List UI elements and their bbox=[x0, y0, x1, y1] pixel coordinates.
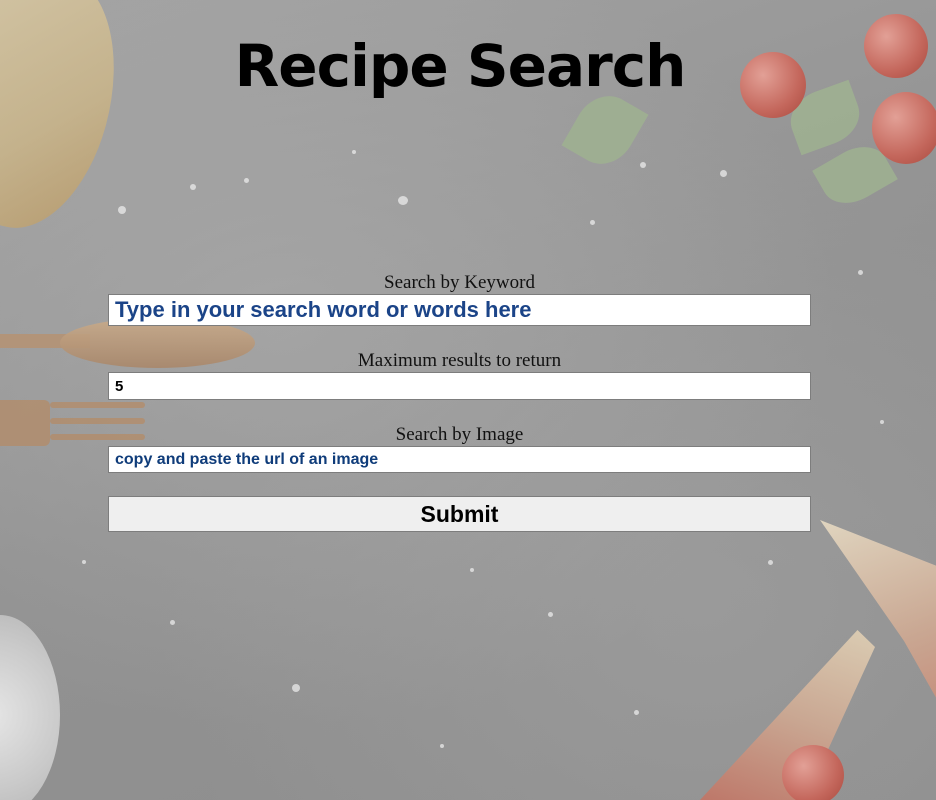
flour-speck bbox=[768, 560, 773, 565]
image-url-input[interactable] bbox=[108, 446, 811, 473]
keyword-search-input[interactable] bbox=[108, 294, 811, 326]
max-results-label: Maximum results to return bbox=[357, 350, 562, 371]
image-search-label: Search by Image bbox=[395, 424, 524, 445]
flour-speck bbox=[858, 270, 863, 275]
tomato-decoration bbox=[872, 92, 936, 164]
flour-speck bbox=[352, 150, 356, 154]
flour-speck bbox=[640, 162, 646, 168]
flour-speck bbox=[548, 612, 553, 617]
flour-speck bbox=[590, 220, 595, 225]
page-title: Recipe Search bbox=[234, 32, 687, 100]
wooden-fork-decoration bbox=[0, 400, 50, 446]
flour-speck bbox=[82, 560, 86, 564]
max-results-input[interactable] bbox=[108, 372, 811, 400]
flour-bowl-decoration bbox=[0, 615, 60, 800]
flour-speck bbox=[398, 196, 408, 205]
flour-speck bbox=[470, 568, 474, 572]
flour-speck bbox=[244, 178, 249, 183]
flour-speck bbox=[170, 620, 175, 625]
keyword-label: Search by Keyword bbox=[384, 272, 535, 293]
tomato-slice-decoration bbox=[782, 745, 844, 800]
flour-speck bbox=[292, 684, 300, 692]
submit-button[interactable]: Submit bbox=[108, 496, 811, 532]
flour-speck bbox=[880, 420, 884, 424]
flour-speck bbox=[634, 710, 639, 715]
recipe-search-form: Search by Keyword Maximum results to ret… bbox=[108, 272, 811, 532]
flour-speck bbox=[720, 170, 727, 177]
flour-speck bbox=[440, 744, 444, 748]
flour-speck bbox=[118, 206, 126, 214]
flour-speck bbox=[190, 184, 196, 190]
